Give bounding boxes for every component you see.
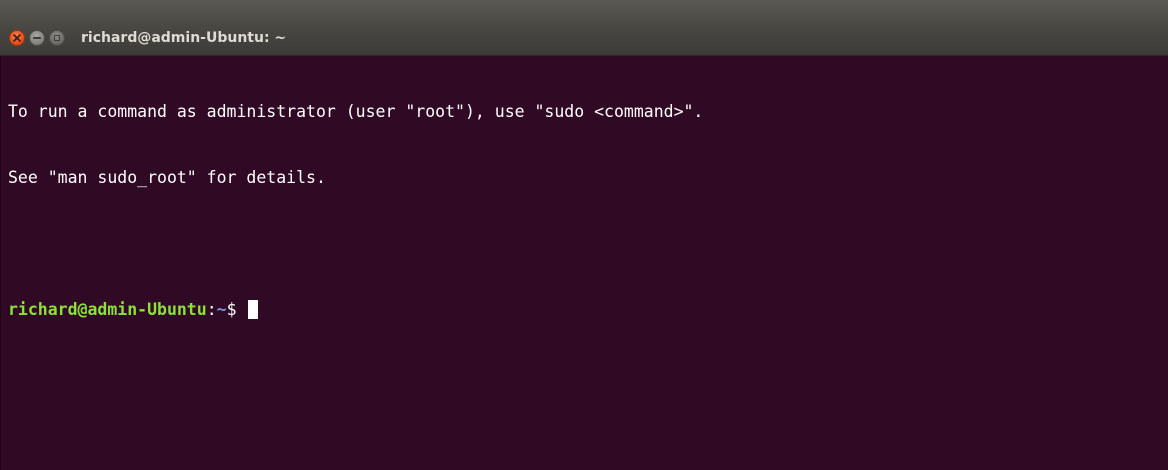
terminal-window: richard@admin-Ubuntu: ~ To run a command… bbox=[0, 0, 1168, 470]
minimize-button[interactable] bbox=[29, 30, 45, 46]
prompt-separator: : bbox=[206, 300, 217, 319]
prompt-symbol: $ bbox=[226, 300, 247, 319]
maximize-button[interactable] bbox=[49, 30, 65, 46]
text-cursor bbox=[248, 300, 259, 319]
window-title: richard@admin-Ubuntu: ~ bbox=[81, 30, 287, 46]
terminal-area[interactable]: To run a command as administrator (user … bbox=[8, 57, 1168, 470]
terminal-output-line: See "man sudo_root" for details. bbox=[8, 168, 326, 187]
close-icon bbox=[13, 34, 21, 42]
minimize-icon bbox=[33, 37, 41, 39]
maximize-icon bbox=[54, 35, 60, 41]
prompt-path: ~ bbox=[216, 300, 227, 319]
prompt-user-host: richard@admin-Ubuntu bbox=[8, 300, 207, 319]
title-bar[interactable]: richard@admin-Ubuntu: ~ bbox=[0, 0, 1168, 56]
prompt-line[interactable]: richard@admin-Ubuntu:~$ bbox=[8, 299, 1168, 321]
close-button[interactable] bbox=[9, 30, 25, 46]
terminal-output-line: To run a command as administrator (user … bbox=[8, 102, 704, 121]
window-edge bbox=[0, 56, 1, 470]
